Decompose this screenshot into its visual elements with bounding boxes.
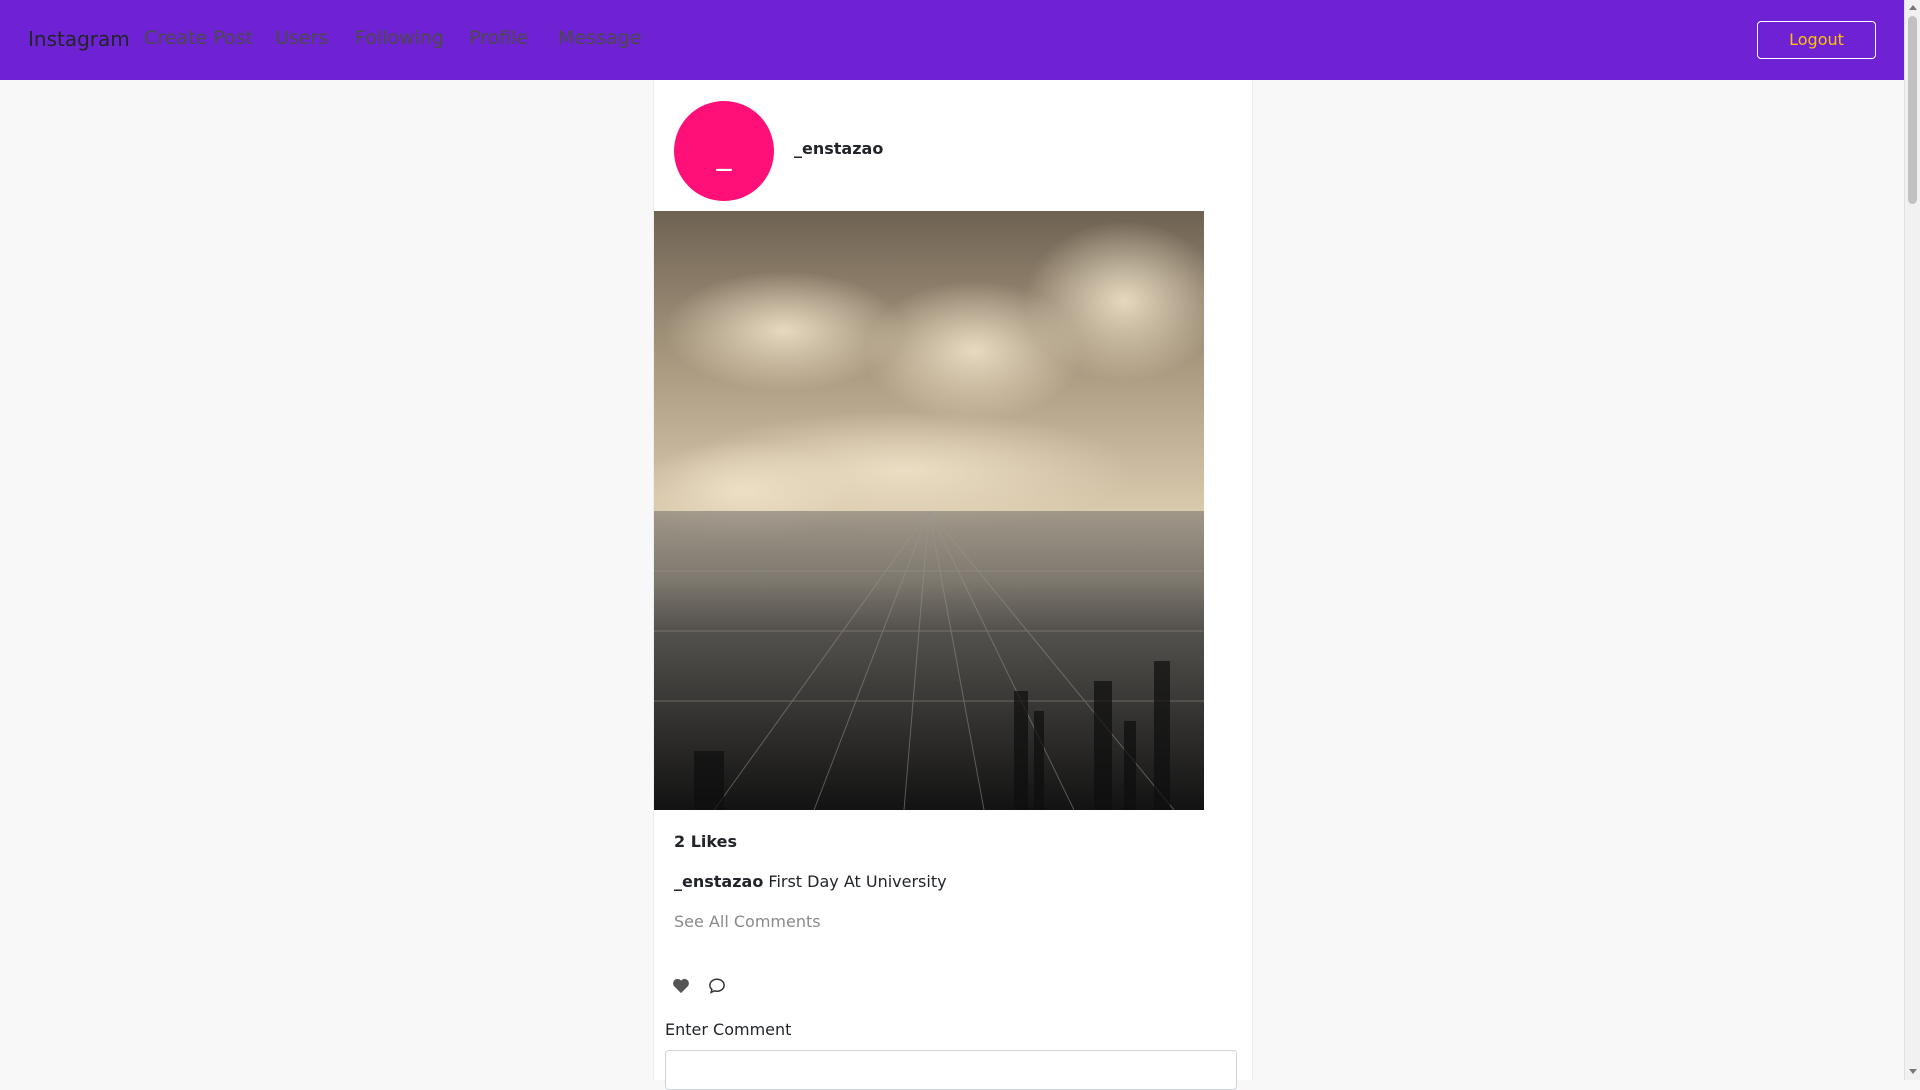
comment-icon[interactable] [708, 977, 728, 997]
logout-button[interactable]: Logout [1757, 21, 1876, 59]
top-navbar: Instagram Create Post Users Following Pr… [0, 0, 1904, 80]
post-caption: _enstazao First Day At University [674, 872, 947, 891]
nav-profile[interactable]: Profile [469, 27, 528, 49]
heart-icon[interactable] [672, 977, 692, 997]
scrollbar-thumb[interactable] [1908, 16, 1917, 204]
post-card: _ _enstazao 2 Likes _enstazao First Day … [653, 80, 1253, 1090]
nav-users[interactable]: Users [275, 27, 328, 49]
post-image [654, 211, 1204, 810]
nav-message[interactable]: Message [558, 27, 641, 49]
scroll-down-arrow-icon[interactable] [1909, 1069, 1917, 1074]
page-scrollbar[interactable] [1904, 0, 1920, 1080]
nav-following[interactable]: Following [355, 27, 444, 49]
avatar[interactable]: _ [674, 101, 774, 201]
likes-count: 2 Likes [674, 832, 737, 851]
caption-username[interactable]: _enstazao [674, 872, 763, 891]
scroll-up-arrow-icon[interactable] [1909, 5, 1917, 10]
caption-text: First Day At University [768, 872, 947, 891]
nav-create-post[interactable]: Create Post [144, 27, 253, 49]
comment-label: Enter Comment [665, 1020, 792, 1039]
brand-logo[interactable]: Instagram [28, 27, 130, 51]
see-all-comments-link[interactable]: See All Comments [674, 912, 821, 931]
comment-input[interactable] [665, 1050, 1237, 1090]
post-username[interactable]: _enstazao [794, 139, 883, 158]
